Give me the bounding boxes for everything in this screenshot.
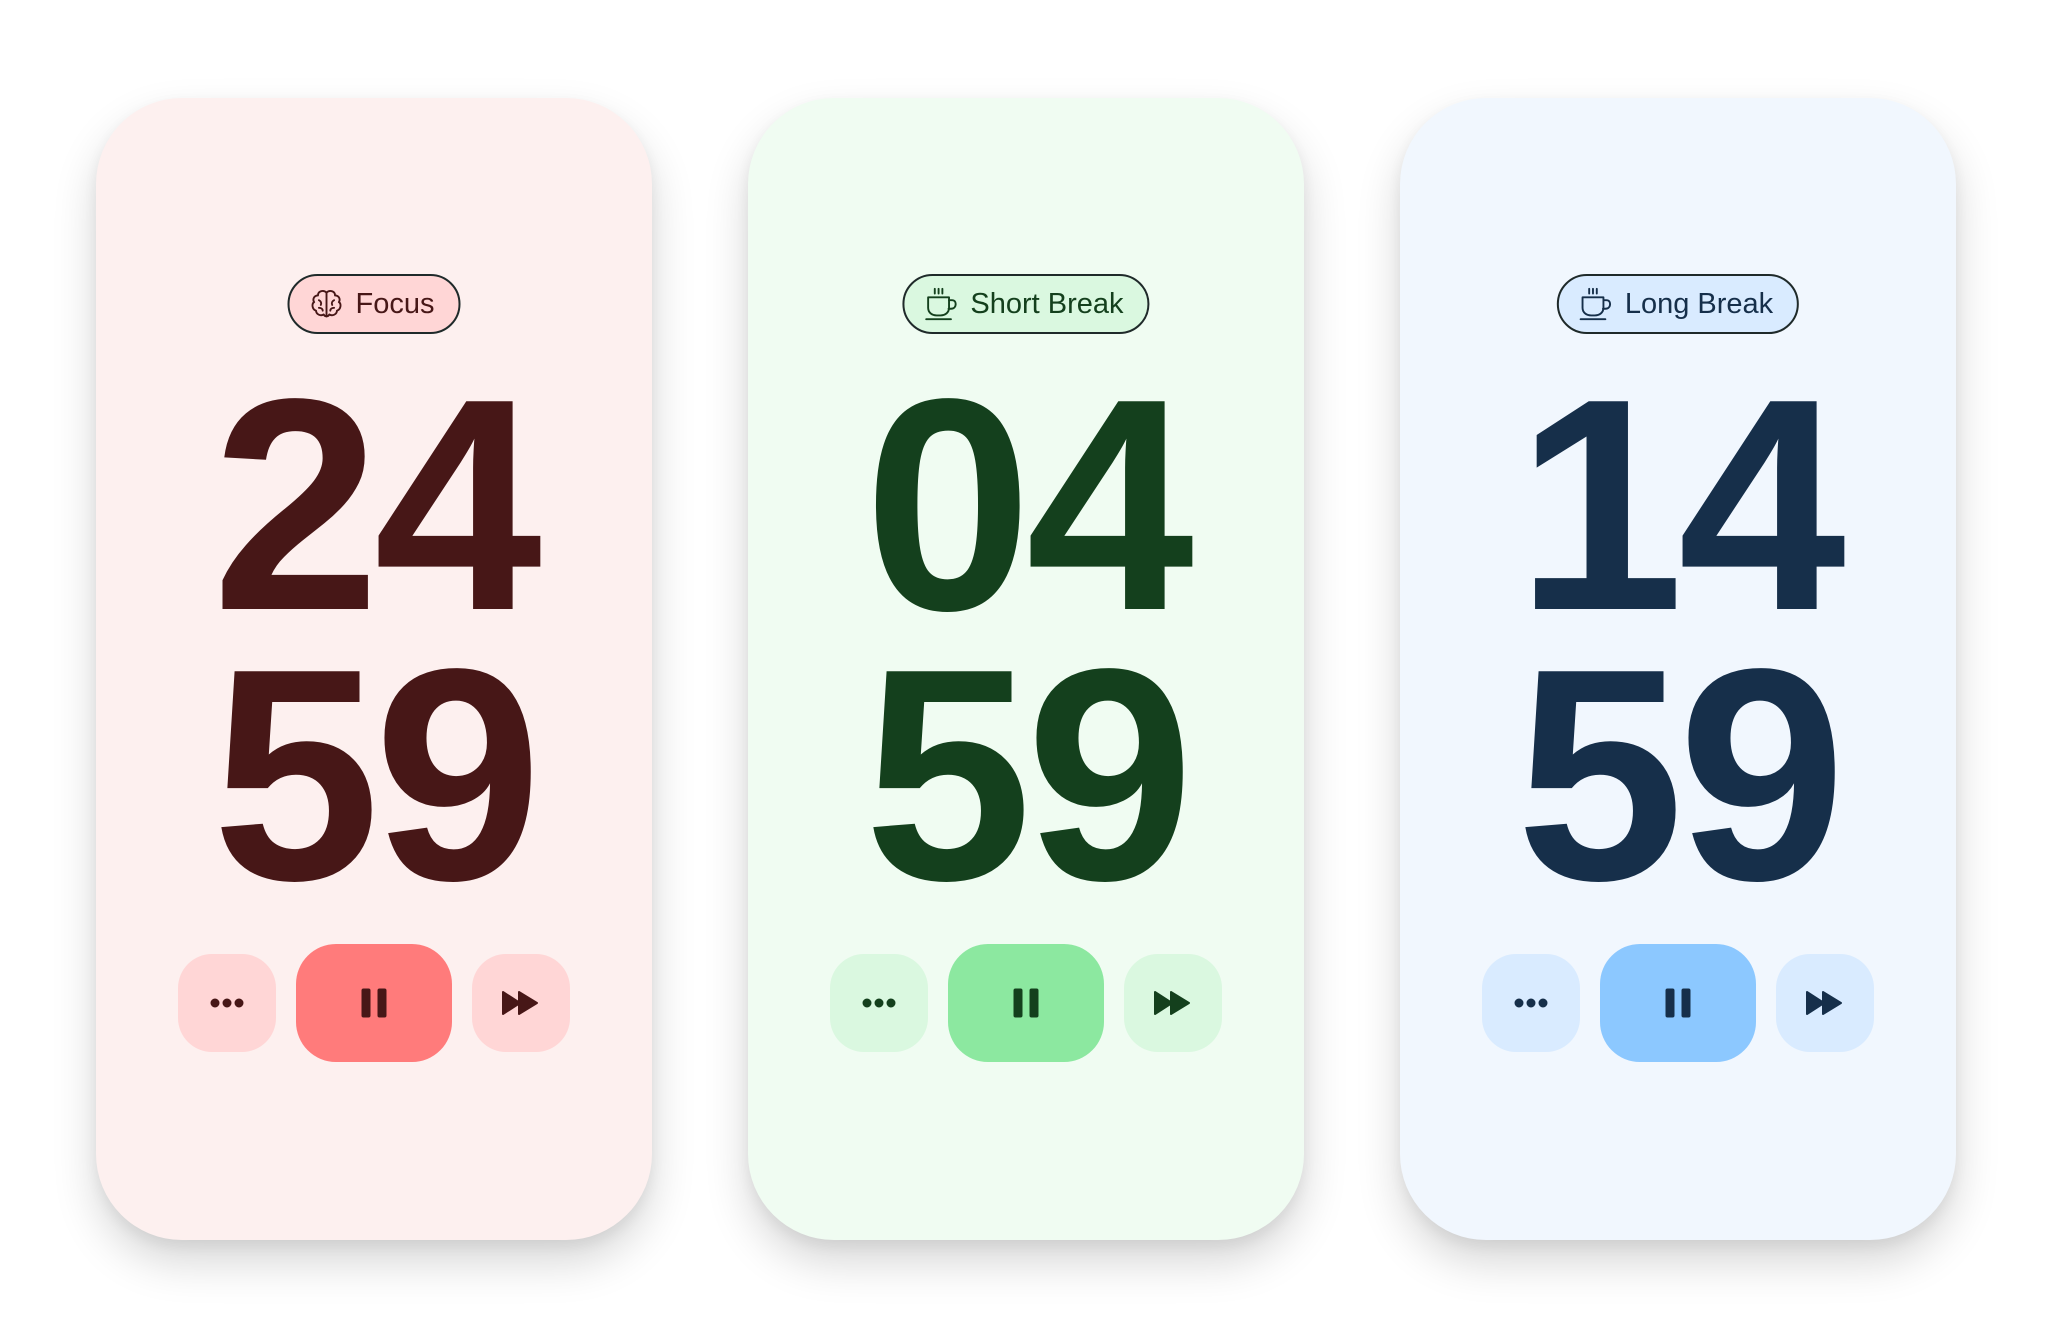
minutes-display: 04: [864, 336, 1194, 673]
minutes-display: 14: [1516, 336, 1846, 673]
pause-icon: [1013, 988, 1039, 1018]
skip-button[interactable]: [1776, 954, 1874, 1052]
mode-chip[interactable]: Short Break: [902, 274, 1150, 334]
skip-button[interactable]: [1124, 954, 1222, 1052]
minutes-display: 24: [212, 336, 542, 673]
more-button[interactable]: [1482, 954, 1580, 1052]
timer-controls: [96, 944, 652, 1062]
mode-chip[interactable]: Focus: [287, 274, 461, 334]
timer-controls: [748, 944, 1304, 1062]
coffee-cup-icon: [925, 287, 957, 321]
fast-forward-icon: [1806, 991, 1842, 1015]
more-dots-icon: [210, 998, 244, 1008]
short-break-timer-card: Short Break 04 59: [748, 98, 1304, 1240]
focus-timer-card: Focus 24 59: [96, 98, 652, 1240]
coffee-cup-icon: [1579, 287, 1612, 321]
seconds-display: 59: [1516, 606, 1846, 943]
skip-button[interactable]: [472, 954, 570, 1052]
pause-button[interactable]: [296, 944, 452, 1062]
mode-label: Focus: [355, 287, 435, 320]
mode-chip[interactable]: Long Break: [1556, 274, 1800, 334]
pause-button[interactable]: [1600, 944, 1756, 1062]
more-dots-icon: [862, 998, 896, 1008]
pause-icon: [361, 988, 387, 1018]
more-dots-icon: [1514, 998, 1548, 1008]
pause-button[interactable]: [948, 944, 1104, 1062]
fast-forward-icon: [1154, 991, 1190, 1015]
timer-showcase: Focus 24 59 Short Break 04 59 Long Break…: [0, 0, 2047, 1334]
mode-label: Short Break: [970, 287, 1124, 320]
brain-icon: [311, 290, 342, 318]
seconds-display: 59: [212, 606, 542, 943]
more-button[interactable]: [178, 954, 276, 1052]
seconds-display: 59: [864, 606, 1194, 943]
more-button[interactable]: [830, 954, 928, 1052]
pause-icon: [1665, 988, 1691, 1018]
fast-forward-icon: [502, 991, 538, 1015]
mode-label: Long Break: [1624, 287, 1774, 320]
long-break-timer-card: Long Break 14 59: [1400, 98, 1956, 1240]
timer-controls: [1400, 944, 1956, 1062]
